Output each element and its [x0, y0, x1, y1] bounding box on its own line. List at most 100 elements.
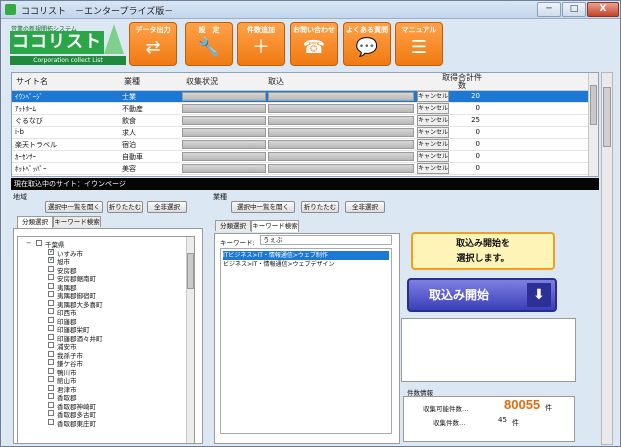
grid-row[interactable]: ｱｯﾄﾎｰﾑ 不動産 キャンセル 0 [12, 103, 589, 115]
minimize-button[interactable]: ─ [537, 2, 561, 17]
cancel-button[interactable]: キャンセル [417, 103, 449, 114]
industry-tab-category[interactable]: 分類選択 [215, 220, 251, 231]
row-count: 20 [471, 92, 480, 100]
cancel-button[interactable]: キャンセル [417, 151, 449, 162]
status-progress-bar [182, 92, 266, 101]
grid-scrollbar-thumb[interactable] [590, 85, 597, 125]
list-item[interactable]: ITビジネス>IT・情報通信>ウェブ制作 [223, 251, 389, 260]
cancel-button[interactable]: キャンセル [417, 163, 449, 174]
current-site-status: 現在取込中のサイト：イウンページ [11, 178, 599, 190]
grid-scrollbar[interactable] [588, 73, 598, 176]
tree-checkbox[interactable] [48, 410, 54, 416]
tree-checkbox[interactable] [48, 359, 54, 365]
tree-checkbox[interactable] [48, 367, 54, 374]
contact-label: お問い合わせ [293, 26, 335, 34]
tree-checkbox[interactable] [48, 282, 54, 289]
log-box [401, 318, 576, 382]
tree-checkbox[interactable] [48, 316, 54, 323]
faq-button[interactable]: よくある質問 💬 [343, 22, 391, 66]
contact-button[interactable]: お問い合わせ ☎ [290, 22, 338, 66]
main-scrollbar-thumb[interactable] [603, 87, 611, 147]
speech-bubble-icon: 💬 [355, 37, 379, 58]
status-progress-bar [182, 164, 266, 173]
tree-checkbox[interactable] [48, 401, 54, 408]
tree-checkbox[interactable] [48, 299, 54, 306]
tree-checkbox[interactable] [48, 350, 54, 357]
tree-checkbox[interactable] [48, 274, 54, 280]
close-button[interactable]: X [587, 2, 619, 17]
main-scrollbar[interactable] [601, 72, 613, 445]
list-item[interactable]: ビジネス>IT・情報通信>ウェブデザイン [223, 260, 389, 269]
tree-checkbox[interactable] [48, 418, 54, 425]
possible-count-label: 収集可能件数… [423, 405, 469, 413]
collected-count-value: 45 [498, 416, 507, 424]
maximize-button[interactable]: □ [562, 2, 586, 17]
tree-item-label: 香取郡 [57, 394, 77, 402]
header-status: 収集状況 [186, 77, 218, 86]
region-tree-scrollbar-thumb[interactable] [187, 253, 194, 289]
row-industry: 求人 [122, 129, 136, 137]
status-progress-bar [182, 128, 266, 137]
start-tooltip: 取込み開始を 選択します。 [411, 232, 555, 270]
row-industry: 飲食 [122, 117, 136, 125]
tree-checkbox[interactable] [48, 325, 54, 331]
grid-row[interactable]: i-b 求人 キャンセル 0 [12, 127, 589, 139]
keyword-label: キーワード: [220, 239, 255, 247]
tree-item-label: 館山市 [57, 377, 77, 385]
tree-checkbox[interactable] [48, 384, 54, 391]
cancel-button[interactable]: キャンセル [417, 139, 449, 150]
grid-header: サイト名 業種 収集状況 取込 取得合計件数 [12, 73, 589, 91]
region-tree-scrollbar[interactable] [186, 237, 194, 443]
tree-checkbox[interactable] [48, 393, 54, 399]
tree-checkbox[interactable] [48, 308, 54, 314]
cancel-button[interactable]: キャンセル [417, 91, 449, 102]
industry-deselect-all-button[interactable]: 全非選択 [345, 201, 385, 213]
tree-checkbox[interactable] [48, 265, 54, 272]
region-group-label: 地域 [13, 193, 27, 201]
grid-row[interactable]: ｶｰｾﾝｻｰ 自動車 キャンセル 0 [12, 151, 589, 163]
region-tab-keyword[interactable]: キーワード検索 [53, 216, 101, 227]
tree-checkbox[interactable] [48, 342, 54, 348]
region-deselect-all-button[interactable]: 全非選択 [147, 201, 187, 213]
app-icon [5, 4, 16, 15]
tree-item-label: 香取郡多古町 [57, 411, 96, 419]
region-tree: 香取郡東庄町 香取郡多古町 香取郡神崎町 香取郡 君津市 館山市 鴨川市 鎌ケ谷市 我孫子市 浦安… [17, 236, 195, 444]
row-count: 0 [475, 128, 480, 136]
region-collapse-button[interactable]: 折りたたむ [107, 201, 143, 213]
start-import-button[interactable]: 取込み開始 ⬇ [407, 278, 557, 312]
cancel-button[interactable]: キャンセル [417, 115, 449, 126]
swap-arrows-icon: ⇄ [145, 37, 161, 58]
row-industry: 不動産 [122, 105, 143, 113]
tree-checkbox[interactable] [48, 376, 54, 382]
tree-expander-icon[interactable]: − [26, 239, 31, 247]
region-open-selected-button[interactable]: 選択中一覧を開く [45, 201, 103, 213]
tree-checkbox[interactable] [48, 333, 54, 340]
row-count: 0 [475, 152, 480, 160]
tree-item-label: 印旛郡栄町 [57, 326, 90, 334]
cancel-button[interactable]: キャンセル [417, 127, 449, 138]
possible-count-unit: 件 [545, 404, 552, 412]
collected-count-label: 収集件数… [433, 419, 466, 427]
tree-checkbox[interactable] [36, 240, 42, 246]
tree-checkbox[interactable]: ✓ [48, 247, 55, 255]
industry-collapse-button[interactable]: 折りたたむ [301, 201, 339, 213]
settings-button[interactable]: 設 定 🔧 [185, 22, 233, 66]
add-count-button[interactable]: 件数追加 ＋ [237, 22, 285, 66]
export-data-button[interactable]: データ出力 ⇄ [129, 22, 177, 66]
grid-row[interactable]: ぐるなび 飲食 キャンセル 25 [12, 115, 589, 127]
keyword-input[interactable]: うぇぶ [260, 235, 392, 245]
region-tab-category[interactable]: 分類選択 [17, 216, 53, 228]
tree-checkbox[interactable]: ✓ [48, 255, 55, 263]
row-site-name: ぐるなび [15, 117, 43, 125]
manual-button[interactable]: マニュアル ☰ [395, 22, 443, 66]
export-data-label: データ出力 [135, 26, 171, 34]
tree-checkbox[interactable] [48, 291, 54, 297]
industry-open-selected-button[interactable]: 選択中一覧を開く [231, 201, 295, 213]
start-tooltip-text: 取込み開始を 選択します。 [455, 239, 510, 264]
grid-row[interactable]: ﾎｯﾄﾍﾟｯﾊﾟｰ 美容 キャンセル 0 [12, 163, 589, 175]
industry-group-label: 業種 [213, 193, 227, 201]
grid-row[interactable]: ｲｳﾝﾍﾟｰｼﾞ 士業 キャンセル 20 [12, 91, 589, 103]
grid-row[interactable]: 楽天トラベル 宿泊 キャンセル 0 [12, 139, 589, 151]
industry-tab-keyword[interactable]: キーワード検索 [251, 220, 299, 232]
status-progress-bar [182, 116, 266, 125]
